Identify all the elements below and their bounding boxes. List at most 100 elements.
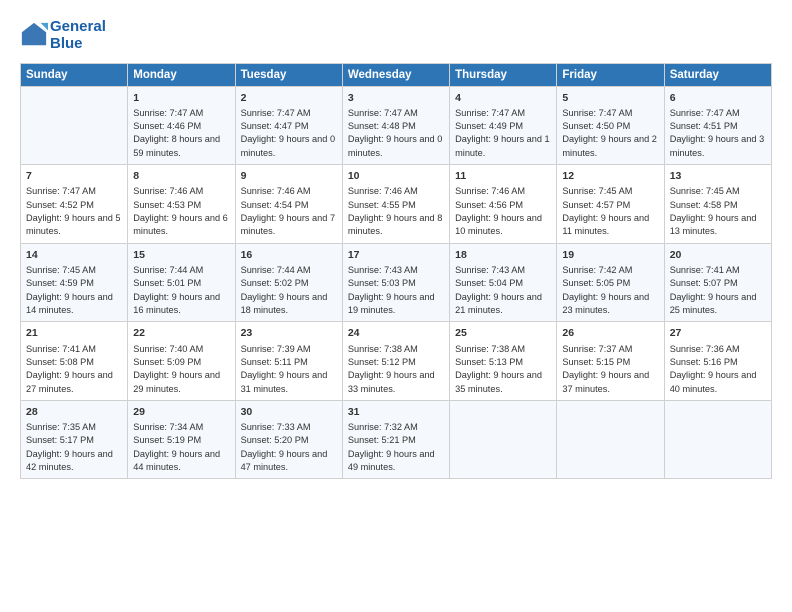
day-cell: 4Sunrise: 7:47 AMSunset: 4:49 PMDaylight… — [450, 86, 557, 165]
day-cell: 24 Sunrise: 7:38 AMSunset: 5:12 PMDayligh… — [342, 322, 449, 401]
day-cell: 26 Sunrise: 7:37 AMSunset: 5:15 PMDayligh… — [557, 322, 664, 401]
day-number: 10 — [348, 169, 444, 184]
page: General Blue SundayMondayTuesdayWednesda… — [0, 0, 792, 612]
day-info: Sunrise: 7:41 AMSunset: 5:07 PMDaylight:… — [670, 264, 766, 317]
logo-icon — [20, 21, 48, 49]
day-number: 27 — [670, 326, 766, 341]
day-number: 8 — [133, 169, 229, 184]
day-cell: 5Sunrise: 7:47 AMSunset: 4:50 PMDaylight… — [557, 86, 664, 165]
day-number: 29 — [133, 405, 229, 420]
day-cell: 1Sunrise: 7:47 AMSunset: 4:46 PMDaylight… — [128, 86, 235, 165]
col-header-sunday: Sunday — [21, 63, 128, 86]
day-info: Sunrise: 7:40 AMSunset: 5:09 PMDaylight:… — [133, 343, 229, 396]
day-info: Sunrise: 7:35 AMSunset: 5:17 PMDaylight:… — [26, 421, 122, 474]
col-header-wednesday: Wednesday — [342, 63, 449, 86]
day-number: 15 — [133, 248, 229, 263]
day-cell: 21Sunrise: 7:41 AMSunset: 5:08 PMDayligh… — [21, 322, 128, 401]
day-number: 24 — [348, 326, 444, 341]
day-info: Sunrise: 7:34 AMSunset: 5:19 PMDaylight:… — [133, 421, 229, 474]
day-info: Sunrise: 7:46 AMSunset: 4:56 PMDaylight:… — [455, 185, 551, 238]
day-info: Sunrise: 7:38 AMSunset: 5:13 PMDaylight:… — [455, 343, 551, 396]
week-row-1: 1Sunrise: 7:47 AMSunset: 4:46 PMDaylight… — [21, 86, 772, 165]
day-info: Sunrise: 7:47 AMSunset: 4:51 PMDaylight:… — [670, 107, 766, 160]
day-number: 22 — [133, 326, 229, 341]
day-number: 5 — [562, 91, 658, 106]
day-number: 20 — [670, 248, 766, 263]
logo: General Blue — [20, 18, 106, 53]
day-cell: 31Sunrise: 7:32 AMSunset: 5:21 PMDayligh… — [342, 400, 449, 479]
day-info: Sunrise: 7:39 AMSunset: 5:11 PMDaylight:… — [241, 343, 337, 396]
day-info: Sunrise: 7:45 AMSunset: 4:57 PMDaylight:… — [562, 185, 658, 238]
day-info: Sunrise: 7:47 AMSunset: 4:47 PMDaylight:… — [241, 107, 337, 160]
day-cell: 22 Sunrise: 7:40 AMSunset: 5:09 PMDayligh… — [128, 322, 235, 401]
day-cell — [664, 400, 771, 479]
day-info: Sunrise: 7:44 AMSunset: 5:02 PMDaylight:… — [241, 264, 337, 317]
day-cell: 17Sunrise: 7:43 AMSunset: 5:03 PMDayligh… — [342, 243, 449, 322]
day-info: Sunrise: 7:41 AMSunset: 5:08 PMDaylight:… — [26, 343, 122, 396]
day-cell: 2Sunrise: 7:47 AMSunset: 4:47 PMDaylight… — [235, 86, 342, 165]
day-number: 1 — [133, 91, 229, 106]
day-info: Sunrise: 7:43 AMSunset: 5:04 PMDaylight:… — [455, 264, 551, 317]
day-cell: 28Sunrise: 7:35 AMSunset: 5:17 PMDayligh… — [21, 400, 128, 479]
calendar-table: SundayMondayTuesdayWednesdayThursdayFrid… — [20, 63, 772, 480]
day-number: 4 — [455, 91, 551, 106]
day-cell: 20Sunrise: 7:41 AMSunset: 5:07 PMDayligh… — [664, 243, 771, 322]
col-header-saturday: Saturday — [664, 63, 771, 86]
day-cell: 25 Sunrise: 7:38 AMSunset: 5:13 PMDayligh… — [450, 322, 557, 401]
day-cell: 30Sunrise: 7:33 AMSunset: 5:20 PMDayligh… — [235, 400, 342, 479]
day-info: Sunrise: 7:44 AMSunset: 5:01 PMDaylight:… — [133, 264, 229, 317]
day-cell: 16Sunrise: 7:44 AMSunset: 5:02 PMDayligh… — [235, 243, 342, 322]
day-cell: 11Sunrise: 7:46 AMSunset: 4:56 PMDayligh… — [450, 165, 557, 244]
day-number: 19 — [562, 248, 658, 263]
day-number: 23 — [241, 326, 337, 341]
week-row-4: 21Sunrise: 7:41 AMSunset: 5:08 PMDayligh… — [21, 322, 772, 401]
day-number: 16 — [241, 248, 337, 263]
day-number: 13 — [670, 169, 766, 184]
col-header-tuesday: Tuesday — [235, 63, 342, 86]
day-info: Sunrise: 7:45 AMSunset: 4:58 PMDaylight:… — [670, 185, 766, 238]
day-cell: 19Sunrise: 7:42 AMSunset: 5:05 PMDayligh… — [557, 243, 664, 322]
day-info: Sunrise: 7:36 AMSunset: 5:16 PMDaylight:… — [670, 343, 766, 396]
week-row-2: 7Sunrise: 7:47 AMSunset: 4:52 PMDaylight… — [21, 165, 772, 244]
day-number: 26 — [562, 326, 658, 341]
day-info: Sunrise: 7:38 AMSunset: 5:12 PMDaylight:… — [348, 343, 444, 396]
day-info: Sunrise: 7:47 AMSunset: 4:52 PMDaylight:… — [26, 185, 122, 238]
day-number: 18 — [455, 248, 551, 263]
day-number: 2 — [241, 91, 337, 106]
day-number: 17 — [348, 248, 444, 263]
header-row: SundayMondayTuesdayWednesdayThursdayFrid… — [21, 63, 772, 86]
col-header-thursday: Thursday — [450, 63, 557, 86]
day-cell: 10Sunrise: 7:46 AMSunset: 4:55 PMDayligh… — [342, 165, 449, 244]
day-info: Sunrise: 7:47 AMSunset: 4:46 PMDaylight:… — [133, 107, 229, 160]
day-info: Sunrise: 7:46 AMSunset: 4:53 PMDaylight:… — [133, 185, 229, 238]
day-number: 12 — [562, 169, 658, 184]
day-info: Sunrise: 7:43 AMSunset: 5:03 PMDaylight:… — [348, 264, 444, 317]
header: General Blue — [20, 18, 772, 53]
day-cell: 15Sunrise: 7:44 AMSunset: 5:01 PMDayligh… — [128, 243, 235, 322]
day-number: 7 — [26, 169, 122, 184]
day-number: 3 — [348, 91, 444, 106]
day-cell: 27 Sunrise: 7:36 AMSunset: 5:16 PMDayligh… — [664, 322, 771, 401]
day-info: Sunrise: 7:46 AMSunset: 4:54 PMDaylight:… — [241, 185, 337, 238]
day-cell: 6Sunrise: 7:47 AMSunset: 4:51 PMDaylight… — [664, 86, 771, 165]
day-info: Sunrise: 7:42 AMSunset: 5:05 PMDaylight:… — [562, 264, 658, 317]
day-cell: 13Sunrise: 7:45 AMSunset: 4:58 PMDayligh… — [664, 165, 771, 244]
day-cell: 7Sunrise: 7:47 AMSunset: 4:52 PMDaylight… — [21, 165, 128, 244]
day-info: Sunrise: 7:46 AMSunset: 4:55 PMDaylight:… — [348, 185, 444, 238]
day-cell: 14Sunrise: 7:45 AMSunset: 4:59 PMDayligh… — [21, 243, 128, 322]
day-number: 28 — [26, 405, 122, 420]
day-cell: 9Sunrise: 7:46 AMSunset: 4:54 PMDaylight… — [235, 165, 342, 244]
logo-text: General Blue — [50, 18, 106, 53]
day-info: Sunrise: 7:45 AMSunset: 4:59 PMDaylight:… — [26, 264, 122, 317]
day-info: Sunrise: 7:37 AMSunset: 5:15 PMDaylight:… — [562, 343, 658, 396]
col-header-friday: Friday — [557, 63, 664, 86]
day-number: 6 — [670, 91, 766, 106]
day-cell — [557, 400, 664, 479]
day-cell — [450, 400, 557, 479]
day-number: 30 — [241, 405, 337, 420]
day-number: 25 — [455, 326, 551, 341]
day-cell: 18Sunrise: 7:43 AMSunset: 5:04 PMDayligh… — [450, 243, 557, 322]
day-cell — [21, 86, 128, 165]
week-row-5: 28Sunrise: 7:35 AMSunset: 5:17 PMDayligh… — [21, 400, 772, 479]
day-cell: 12Sunrise: 7:45 AMSunset: 4:57 PMDayligh… — [557, 165, 664, 244]
